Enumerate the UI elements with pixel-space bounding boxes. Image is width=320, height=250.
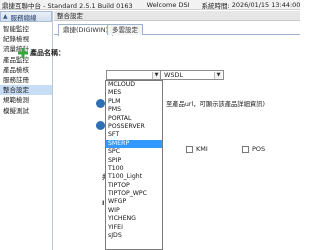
sidebar-item[interactable]: 智能監控 <box>0 24 52 34</box>
dropdown-option[interactable]: TIPTOP <box>106 182 162 190</box>
nav-list: 智能監控 紀錄檢視 流量統計 產品監控 產品檢核 服務註冊 整合設定 規範檢測 模擬測試 <box>0 22 52 116</box>
left-nav-panel: ▲ 服務總線 智能監控 紀錄檢視 流量統計 產品監控 產品檢核 服務註冊 整合設定 規範檢測模… <box>0 11 53 250</box>
dropdown-option[interactable]: POSSERVER <box>106 123 162 131</box>
system-time: 2026/01/15 13:44:00 <box>231 0 301 9</box>
sidebar-item[interactable]: 模擬測試 <box>0 106 52 116</box>
dropdown-option[interactable]: WFGP <box>106 198 162 206</box>
dropdown-option[interactable]: SPIP <box>106 157 162 165</box>
sidebar-item[interactable]: 產品檢核 <box>0 65 52 75</box>
sidebar-item[interactable]: 紀錄檢視 <box>0 34 52 44</box>
info-icon <box>96 99 105 108</box>
page-title: 整合設定 <box>54 11 300 21</box>
info-icon <box>96 121 105 130</box>
tab-digiwin[interactable]: 鼎捷(DIGIWIN) <box>58 24 114 36</box>
dropdown-option[interactable]: MES <box>106 89 162 97</box>
panel-header-label: 服務總線 <box>10 13 37 22</box>
product-name-row: 產品名稱： <box>18 48 65 58</box>
main-content: 整合設定 鼎捷(DIGIWIN) 多雲設定 <box>54 11 300 250</box>
kmi-checkbox[interactable]: KMI <box>186 145 208 153</box>
checkbox-box[interactable] <box>242 145 249 153</box>
dropdown-option[interactable]: SFT <box>106 131 162 139</box>
dropdown-option[interactable]: YIFEI <box>106 224 162 232</box>
dropdown-option[interactable]: PMS <box>106 106 162 114</box>
dropdown-option[interactable]: SMERP <box>106 139 162 149</box>
dropdown-option[interactable]: WIP <box>106 207 162 215</box>
tab-multicloud[interactable]: 多雲設定 <box>107 24 143 35</box>
service-bus-header[interactable]: ▲ 服務總線 <box>0 11 52 22</box>
sidebar-item[interactable]: 服務註冊 <box>0 75 52 85</box>
checkbox-box[interactable] <box>186 145 193 153</box>
chevron-down-icon[interactable]: ▼ <box>214 72 222 79</box>
pos-checkbox[interactable]: POS <box>242 145 265 153</box>
product-select[interactable]: ▼ <box>106 70 162 80</box>
kmi-label: KMI <box>196 145 208 153</box>
product-name-label: 產品名稱： <box>30 49 65 57</box>
dropdown-option[interactable]: PLM <box>106 98 162 106</box>
product-dropdown-list[interactable]: MCLOUD MES PLM PMS PORTAL POSSERVER SFT SMERP SP… <box>105 80 163 250</box>
dropdown-option[interactable]: PORTAL <box>106 115 162 123</box>
interface-select[interactable]: WSDL ▼ <box>160 70 224 80</box>
tab-bar: 鼎捷(DIGIWIN) 多雲設定 <box>54 22 300 36</box>
dropdown-option[interactable]: SPC <box>106 148 162 156</box>
welcome-text: Welcome DSI <box>146 0 190 9</box>
system-time-label: 系統時間: <box>201 1 230 10</box>
sidebar-item[interactable]: 整合設定 <box>0 85 52 96</box>
top-bar: 鼎捷互聯中台 - Standard 2.5.1 Build 0163 Welco… <box>0 0 300 10</box>
collapse-chevron-icon[interactable]: ▲ <box>3 13 8 20</box>
hint-text: 至產品url，可顯示該產品詳細資訊) <box>166 101 265 108</box>
dropdown-option[interactable]: TIPTOP_WPC <box>106 190 162 198</box>
sidebar-item[interactable]: 規範檢測 <box>0 95 52 105</box>
app-title: 鼎捷互聯中台 - Standard 2.5.1 Build 0163 <box>2 1 133 10</box>
dropdown-option[interactable]: T100 <box>106 165 162 173</box>
dropdown-option[interactable]: T100_Light <box>106 173 162 181</box>
pos-label: POS <box>252 145 266 153</box>
add-icon[interactable] <box>18 48 28 58</box>
chevron-down-icon[interactable]: ▼ <box>152 72 160 79</box>
dropdown-option[interactable]: YICHENG <box>106 215 162 223</box>
dropdown-option[interactable]: sJDS <box>106 232 162 240</box>
interface-select-value: WSDL <box>164 71 184 79</box>
dropdown-option[interactable]: MCLOUD <box>106 81 162 89</box>
